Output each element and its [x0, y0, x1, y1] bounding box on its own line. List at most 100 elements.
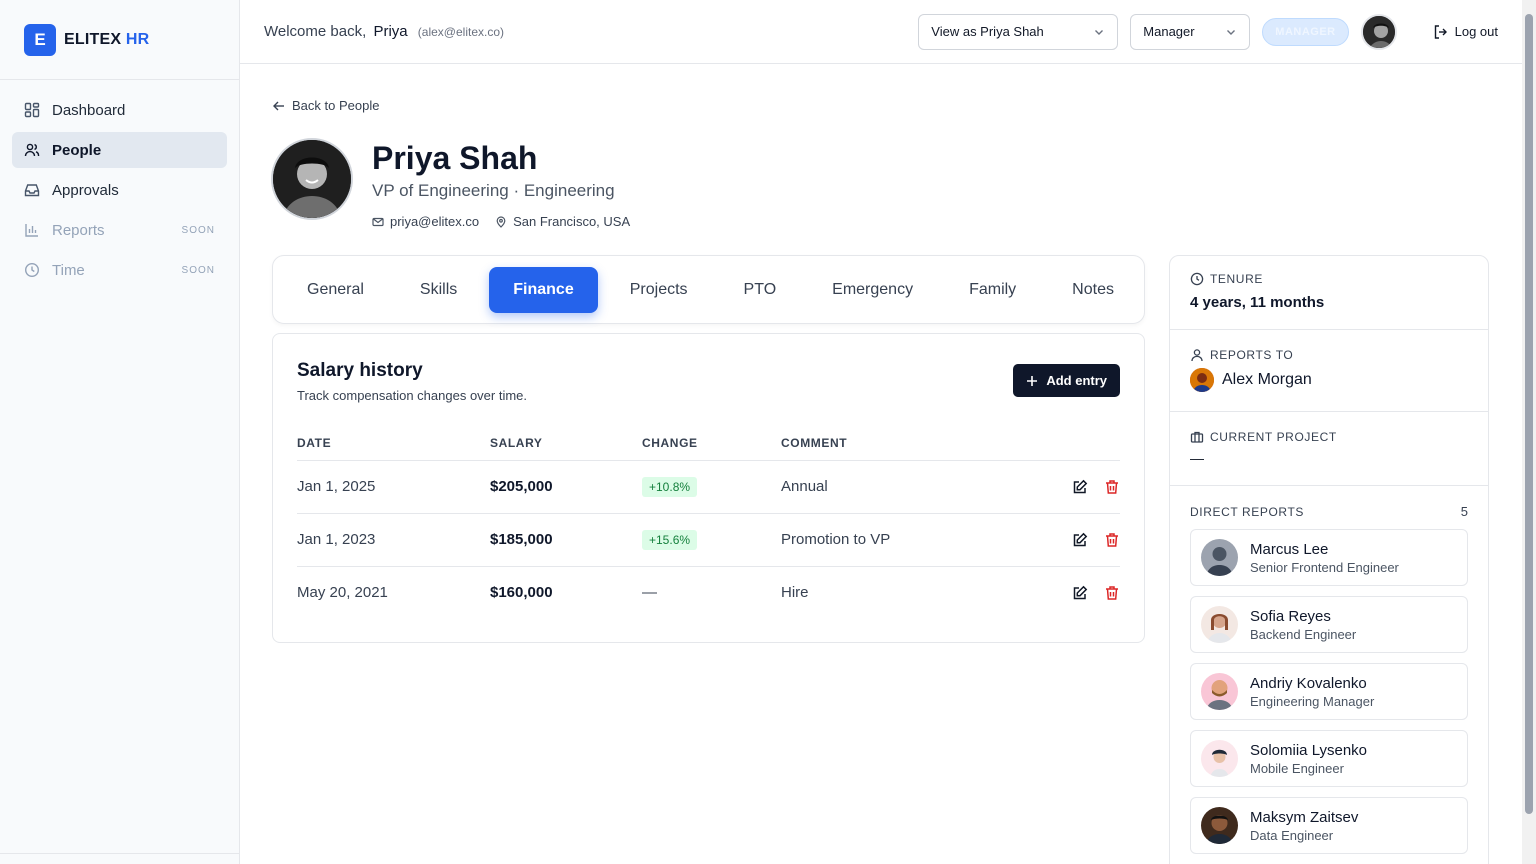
edit-icon[interactable]: [1072, 585, 1088, 601]
tenure-section: TENURE 4 years, 11 months: [1170, 256, 1488, 330]
edit-icon[interactable]: [1072, 532, 1088, 548]
column-header-actions: [1011, 427, 1120, 461]
map-pin-icon: [495, 215, 507, 228]
sidebar-item-approvals[interactable]: Approvals: [12, 172, 227, 208]
avatar: [1201, 539, 1238, 576]
logout-label: Log out: [1454, 24, 1498, 39]
sidebar-item-people[interactable]: People: [12, 132, 227, 168]
direct-reports-count: 5: [1460, 504, 1468, 519]
logo-text-main: ELITEX: [64, 30, 122, 48]
profile-avatar: [271, 138, 353, 220]
sidebar-item-label: Time: [52, 261, 85, 279]
direct-report-title: Mobile Engineer: [1250, 760, 1344, 776]
sidebar-item-label: People: [52, 141, 102, 159]
table-row: Jan 1, 2023 $185,000 +15.6% Promotion to…: [297, 513, 1120, 567]
table-row: May 20, 2021 $160,000 — Hire: [297, 566, 1120, 619]
tab-general[interactable]: General: [283, 267, 388, 313]
trash-icon[interactable]: [1104, 479, 1120, 495]
plus-icon: [1026, 375, 1038, 387]
cell-date: May 20, 2021: [297, 584, 388, 602]
role-select-value: Manager: [1143, 24, 1195, 39]
cell-comment: Promotion to VP: [781, 513, 1011, 567]
column-header-comment: COMMENT: [781, 427, 1011, 461]
view-as-select-value: View as Priya Shah: [931, 24, 1044, 39]
inbox-icon: [24, 182, 40, 198]
profile-side-panel: TENURE 4 years, 11 months REPORTS TO Ale…: [1169, 255, 1489, 864]
direct-report-card[interactable]: Andriy Kovalenko Engineering Manager: [1190, 663, 1468, 720]
direct-report-card[interactable]: Solomiia Lysenko Mobile Engineer: [1190, 730, 1468, 787]
chevron-down-icon: [1225, 26, 1237, 38]
page-scrollbar[interactable]: [1522, 0, 1536, 864]
logo-text-accent: HR: [125, 30, 150, 48]
tab-finance[interactable]: Finance: [489, 266, 598, 313]
manager-link[interactable]: Alex Morgan: [1190, 368, 1468, 392]
back-label: Back to People: [292, 98, 380, 113]
chevron-down-icon: [1093, 26, 1105, 38]
direct-reports-label: DIRECT REPORTS: [1190, 504, 1304, 519]
tab-notes[interactable]: Notes: [1048, 267, 1138, 313]
soon-badge: SOON: [181, 264, 215, 276]
back-to-people-link[interactable]: Back to People: [272, 98, 379, 113]
edit-icon[interactable]: [1072, 479, 1088, 495]
tab-pto[interactable]: PTO: [720, 267, 801, 313]
cell-actions: [1011, 566, 1120, 619]
reports-to-section: REPORTS TO Alex Morgan: [1170, 330, 1488, 412]
direct-report-name: Marcus Lee: [1250, 540, 1329, 558]
sidebar-item-time: Time SOON: [12, 252, 227, 288]
column-header-date: DATE: [297, 427, 490, 461]
briefcase-icon: [1190, 430, 1204, 444]
view-as-select[interactable]: View as Priya Shah: [918, 13, 1119, 50]
add-entry-button[interactable]: Add entry: [1013, 364, 1120, 397]
salary-history-card: Salary history Track compensation change…: [272, 333, 1145, 643]
tab-family[interactable]: Family: [945, 267, 1040, 313]
direct-report-name: Maksym Zaitsev: [1250, 808, 1359, 826]
mail-icon: [372, 216, 384, 228]
current-project-label-text: CURRENT PROJECT: [1210, 430, 1337, 444]
user-avatar[interactable]: [1360, 13, 1397, 50]
table-row: Jan 1, 2025 $205,000 +10.8% Annual: [297, 460, 1120, 514]
cell-change: +15.6%: [642, 513, 781, 567]
logout-icon: [1433, 24, 1449, 40]
people-icon: [24, 142, 40, 158]
cell-actions: [1011, 460, 1120, 514]
direct-report-card[interactable]: Sofia Reyes Backend Engineer: [1190, 596, 1468, 653]
profile-location: San Francisco, USA: [495, 214, 630, 229]
tab-skills[interactable]: Skills: [396, 267, 481, 313]
bar-chart-icon: [24, 222, 40, 238]
profile-email[interactable]: priya@elitex.co: [372, 214, 479, 229]
manager-avatar: [1190, 368, 1214, 392]
role-select[interactable]: Manager: [1130, 13, 1251, 50]
profile-tabs: General Skills Finance Projects PTO Emer…: [272, 255, 1145, 324]
sidebar-item-dashboard[interactable]: Dashboard: [12, 92, 227, 128]
soon-badge: SOON: [181, 224, 215, 236]
scrollbar-thumb[interactable]: [1525, 14, 1533, 814]
profile-meta: priya@elitex.co San Francisco, USA: [372, 214, 646, 229]
sidebar-item-label: Approvals: [52, 181, 119, 199]
tab-emergency[interactable]: Emergency: [808, 267, 937, 313]
trash-icon[interactable]: [1104, 585, 1120, 601]
cell-salary: $160,000: [490, 584, 553, 602]
trash-icon[interactable]: [1104, 532, 1120, 548]
current-project-label: CURRENT PROJECT: [1190, 430, 1468, 444]
salary-history-subtitle: Track compensation changes over time.: [297, 388, 528, 403]
logo[interactable]: E ELITEX HR: [0, 0, 239, 80]
cell-salary: $185,000: [490, 513, 642, 567]
cell-actions: [1011, 513, 1120, 567]
change-badge: +10.8%: [642, 476, 698, 497]
sidebar-divider: [0, 853, 240, 854]
cell-change: —: [642, 584, 657, 602]
column-header-change: CHANGE: [642, 427, 781, 461]
cell-date: Jan 1, 2023: [297, 513, 490, 567]
profile-email-text: priya@elitex.co: [390, 214, 480, 229]
current-project-section: CURRENT PROJECT —: [1170, 412, 1488, 486]
logout-button[interactable]: Log out: [1433, 24, 1498, 40]
role-badge: MANAGER: [1262, 17, 1349, 46]
direct-report-card[interactable]: Maksym Zaitsev Data Engineer: [1190, 797, 1468, 854]
profile-name: Priya Shah: [372, 140, 538, 176]
profile-location-text: San Francisco, USA: [513, 214, 631, 229]
table-header-row: DATE SALARY CHANGE COMMENT: [297, 427, 1120, 461]
tab-projects[interactable]: Projects: [606, 267, 712, 313]
current-project-value: —: [1190, 450, 1204, 466]
avatar: [1201, 740, 1238, 777]
direct-report-card[interactable]: Marcus Lee Senior Frontend Engineer: [1190, 529, 1468, 586]
